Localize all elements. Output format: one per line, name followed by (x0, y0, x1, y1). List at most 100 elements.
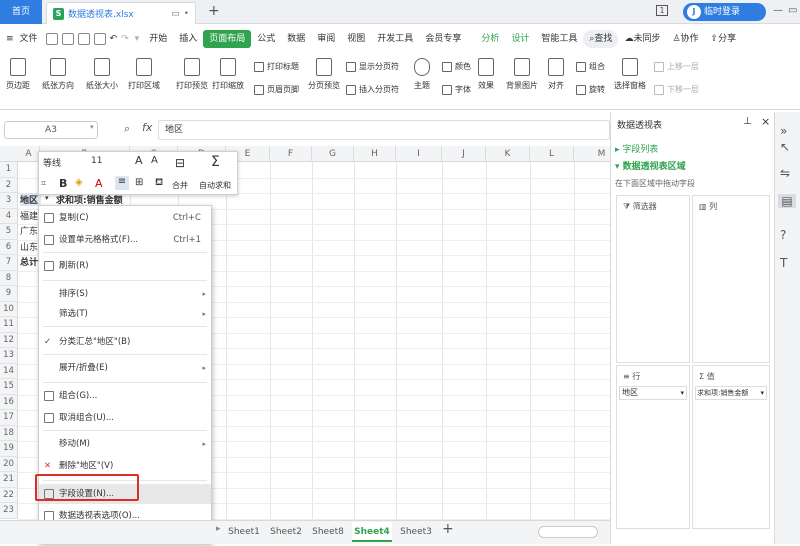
row-header-21[interactable]: 21 (0, 472, 18, 488)
row-header-1[interactable]: 1 (0, 162, 18, 178)
context-item-9[interactable]: 移动(M) ▸ (39, 434, 211, 454)
menu-page-layout[interactable]: 页面布局 (203, 30, 252, 48)
merge-icon[interactable]: ⊟ (175, 156, 185, 170)
new-tab-icon[interactable]: + (208, 3, 220, 19)
row-header-8[interactable]: 8 (0, 270, 18, 286)
export-icon[interactable] (61, 33, 74, 45)
row-header-16[interactable]: 16 (0, 394, 18, 410)
sheet-tab-sheet1[interactable]: Sheet1 (224, 522, 264, 542)
print-icon[interactable] (77, 33, 90, 45)
column-header-h[interactable]: H (354, 146, 396, 162)
collab-button[interactable]: ♙协作 (666, 30, 704, 48)
row-zone[interactable]: ≡ 行 地区 ▾ (616, 365, 690, 529)
row-header-13[interactable]: 13 (0, 348, 18, 364)
row-header-15[interactable]: 15 (0, 379, 18, 395)
horizontal-scrollbar[interactable] (538, 526, 598, 538)
context-item-6[interactable]: 展开/折叠(E) ▸ (39, 358, 211, 378)
format-painter-icon[interactable]: ⌗ (41, 179, 46, 189)
row-header-20[interactable]: 20 (0, 456, 18, 472)
row-header-14[interactable]: 14 (0, 363, 18, 379)
column-header-f[interactable]: F (270, 146, 312, 162)
context-item-10[interactable]: ✕ 删除"地区"(V) (39, 456, 211, 476)
name-box-dropdown-icon[interactable]: ▾ (90, 123, 94, 131)
colors-button[interactable]: 颜色 (442, 61, 471, 72)
menu-developer[interactable]: 开发工具 (371, 30, 419, 48)
column-header-k[interactable]: K (486, 146, 530, 162)
menu-smart-tools[interactable]: 智能工具 (535, 30, 583, 48)
row-header-22[interactable]: 22 (0, 487, 18, 503)
document-tab[interactable]: S 数据透视表.xlsx ▭ • (46, 2, 196, 24)
menu-home[interactable]: 开始 (143, 30, 173, 48)
print-preview-button[interactable]: 打印预览 (176, 58, 208, 91)
autosum-label[interactable]: 自动求和 (199, 180, 231, 191)
pivot-area-toggle[interactable]: ▾ 数据透视表区域 (615, 159, 686, 172)
add-sheet-icon[interactable]: + (442, 521, 454, 537)
theme-button[interactable]: 主题 (414, 58, 430, 91)
fonts-button[interactable]: 字体 (442, 84, 471, 95)
close-tab-icon[interactable]: • (184, 9, 189, 19)
value-field-dropdown-icon[interactable]: ▾ (760, 387, 764, 399)
print-area-button[interactable]: 打印区域 (128, 58, 160, 91)
minimize-icon[interactable]: — (773, 5, 783, 16)
row-header-2[interactable]: 2 (0, 177, 18, 193)
field-list-toggle[interactable]: ▸ 字段列表 (615, 142, 658, 155)
field-dropdown-icon[interactable]: ▾ (45, 194, 49, 202)
cell-a5[interactable]: 广东 (20, 224, 38, 237)
grow-font-icon[interactable]: A (135, 154, 143, 167)
selection-pane-button[interactable]: 选择窗格 (614, 58, 646, 91)
formula-input[interactable]: 地区 (158, 120, 610, 140)
row-header-6[interactable]: 6 (0, 239, 18, 255)
cell-a3[interactable]: 地区 (20, 193, 40, 206)
group-button[interactable]: 组合 (576, 61, 605, 72)
redo-icon[interactable]: ↷ (119, 30, 131, 48)
context-item-1[interactable]: 设置单元格格式(F)... Ctrl+1 (39, 230, 211, 250)
hamburger-icon[interactable]: ≡ (0, 30, 20, 48)
row-header-4[interactable]: 4 (0, 208, 18, 224)
column-header-i[interactable]: I (396, 146, 442, 162)
row-header-10[interactable]: 10 (0, 301, 18, 317)
row-header-18[interactable]: 18 (0, 425, 18, 441)
home-tab[interactable]: 首页 (0, 0, 42, 24)
row-header-17[interactable]: 17 (0, 410, 18, 426)
pin-icon[interactable]: ⊥ (743, 116, 752, 127)
align-button[interactable]: 对齐 (548, 58, 564, 91)
fill-color-icon[interactable]: ◈ (75, 177, 83, 188)
search-button[interactable]: ⌕查找 (583, 30, 619, 48)
borders-icon[interactable]: ⊞ (135, 177, 143, 188)
cursor-icon[interactable]: ↖ (780, 140, 790, 154)
row-header-11[interactable]: 11 (0, 317, 18, 333)
bring-forward-button[interactable]: 上移一层 (654, 61, 699, 72)
login-button[interactable]: J 临时登录 (683, 3, 766, 21)
row-header-5[interactable]: 5 (0, 224, 18, 240)
filter-zone[interactable]: ⧩ 筛选器 (616, 195, 690, 363)
customize-icon[interactable]: ▾ (131, 30, 144, 48)
zoom-icon[interactable]: ⌕ (124, 122, 130, 136)
file-menu[interactable]: 文件 (20, 30, 44, 48)
sheet-tab-sheet8[interactable]: Sheet8 (308, 522, 348, 542)
menu-membership[interactable]: 会员专享 (419, 30, 467, 48)
save-icon[interactable] (45, 33, 58, 45)
undo-icon[interactable]: ↶ (108, 30, 120, 48)
column-header-g[interactable]: G (312, 146, 354, 162)
header-footer-button[interactable]: 页眉页脚 (254, 84, 299, 95)
menu-view[interactable]: 视图 (341, 30, 371, 48)
background-image-button[interactable]: 背景图片 (506, 58, 538, 91)
row-header-23[interactable]: 23 (0, 503, 18, 519)
value-zone[interactable]: Σ 值 求和项:销售金额 ▾ (692, 365, 770, 529)
effects-button[interactable]: 效果 (478, 58, 494, 91)
pivot-panel-icon[interactable]: ▤ (778, 194, 796, 208)
name-box[interactable]: A3 (4, 121, 98, 139)
column-header-l[interactable]: L (530, 146, 574, 162)
align-center-icon[interactable]: ≡ (115, 176, 129, 190)
print-scale-button[interactable]: 打印缩放 (212, 58, 244, 91)
column-zone[interactable]: ▥ 列 (692, 195, 770, 363)
sheet-nav-icon[interactable]: ▸ (216, 524, 221, 534)
menu-review[interactable]: 审阅 (311, 30, 341, 48)
context-item-3[interactable]: 排序(S) ▸ (39, 284, 211, 304)
sheet-tab-sheet3[interactable]: Sheet3 (396, 522, 436, 542)
sync-button[interactable]: ☁未同步 (618, 30, 666, 48)
send-backward-button[interactable]: 下移一层 (654, 84, 699, 95)
bold-icon[interactable]: B (59, 177, 67, 190)
menu-analyze[interactable]: 分析 (475, 30, 505, 48)
settings-sliders-icon[interactable]: ⇋ (780, 166, 790, 180)
